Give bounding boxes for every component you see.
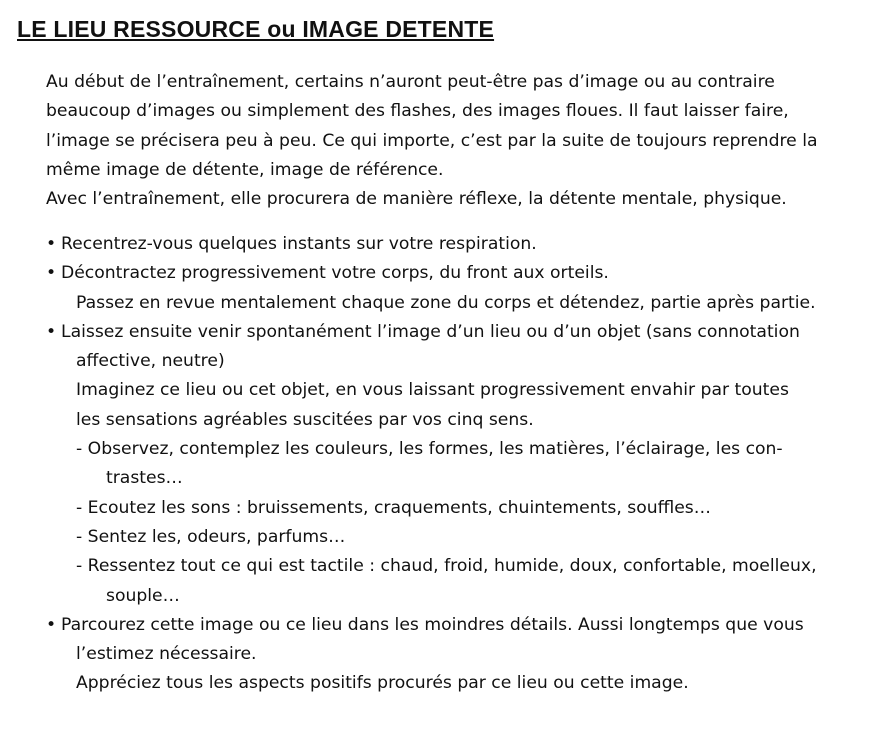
list-item-continuation: les sensations agréables suscitées par v… bbox=[76, 409, 534, 430]
intro-line: Au début de l’entraînement, certains n’a… bbox=[46, 72, 775, 92]
intro-line: même image de détente, image de référenc… bbox=[46, 159, 444, 180]
intro-line: beaucoup d’images ou simplement des flas… bbox=[46, 101, 789, 122]
bullet-icon: • bbox=[46, 321, 57, 342]
list-item: • Laissez ensuite venir spontanément l’im… bbox=[46, 318, 861, 347]
list-item-text: Décontractez progressivement votre corps… bbox=[61, 263, 609, 284]
list-item: • Décontractez progressivement votre corp… bbox=[46, 259, 861, 288]
list-item: • Parcourez cette image ou ce lieu dans l… bbox=[46, 611, 861, 640]
intro-line: l’image se précisera peu à peu. Ce qui i… bbox=[46, 130, 818, 151]
sub-item: - Ressentez tout ce qui est tactile : ch… bbox=[76, 556, 817, 577]
intro-line: Avec l’entraînement, elle procurera de m… bbox=[46, 189, 787, 210]
list-item-continuation: l’estimez nécessaire. bbox=[76, 644, 257, 665]
bullet-icon: • bbox=[46, 263, 57, 284]
sub-item: - Observez, contemplez les couleurs, les… bbox=[76, 439, 783, 460]
list-item-text: Parcourez cette image ou ce lieu dans le… bbox=[61, 614, 804, 635]
sub-item: - Ecoutez les sons : bruissements, craqu… bbox=[76, 497, 711, 518]
list-item-continuation: Passez en revue mentalement chaque zone … bbox=[76, 292, 816, 313]
list-item-continuation: affective, neutre) bbox=[76, 351, 225, 372]
list-item-text: Laissez ensuite venir spontanément l’ima… bbox=[61, 321, 800, 342]
list-item-continuation: Imaginez ce lieu ou cet objet, en vous l… bbox=[76, 380, 789, 401]
instruction-list: • Recentrez-vous quelques instants sur vo… bbox=[46, 230, 861, 699]
list-item-continuation: Appréciez tous les aspects positifs proc… bbox=[76, 673, 689, 694]
sub-item-continuation: souple… bbox=[106, 585, 180, 606]
intro-paragraph: Au début de l’entraînement, certains n’a… bbox=[46, 68, 861, 214]
list-item-text: Recentrez-vous quelques instants sur vot… bbox=[61, 234, 537, 254]
bullet-icon: • bbox=[46, 234, 57, 254]
sub-item-continuation: trastes… bbox=[106, 468, 183, 489]
list-item: • Recentrez-vous quelques instants sur vo… bbox=[46, 230, 861, 259]
page-title: LE LIEU RESSOURCE ou IMAGE DETENTE bbox=[17, 16, 495, 42]
bullet-icon: • bbox=[46, 614, 57, 635]
sub-item: - Sentez les, odeurs, parfums… bbox=[76, 526, 346, 547]
